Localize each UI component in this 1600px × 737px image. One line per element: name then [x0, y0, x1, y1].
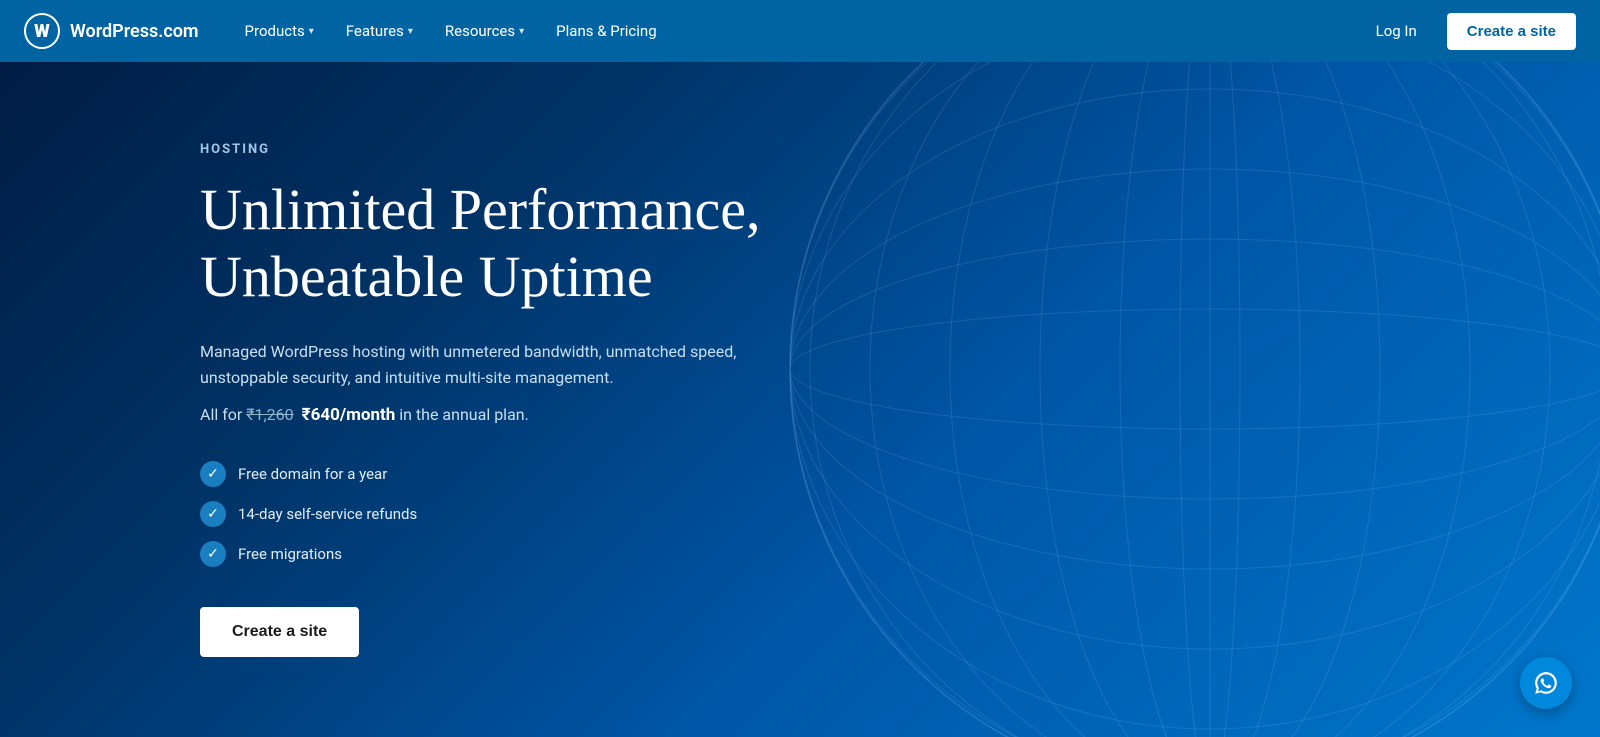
chevron-down-icon: ▾	[309, 26, 314, 37]
feature-item-3: ✓ Free migrations	[200, 541, 780, 567]
hero-features-list: ✓ Free domain for a year ✓ 14-day self-s…	[200, 461, 780, 567]
original-price: ₹1,260	[246, 405, 293, 424]
nav-products-label: Products	[245, 22, 305, 40]
nav-links: Products ▾ Features ▾ Resources ▾ Plans …	[231, 14, 1362, 48]
nav-item-resources[interactable]: Resources ▾	[431, 14, 538, 48]
login-link[interactable]: Log In	[1362, 14, 1431, 48]
chevron-down-icon: ▾	[408, 26, 413, 37]
feature-label-1: Free domain for a year	[238, 465, 387, 483]
logo-text: WordPress.com	[70, 21, 199, 42]
nav-item-products[interactable]: Products ▾	[231, 14, 328, 48]
hero-description: Managed WordPress hosting with unmetered…	[200, 339, 780, 392]
pricing-suffix: in the annual plan.	[399, 405, 529, 424]
pricing-prefix: All for	[200, 405, 242, 424]
hero-create-site-button[interactable]: Create a site	[200, 607, 359, 657]
hero-title-line1: Unlimited Performance,	[200, 177, 761, 242]
chat-icon	[1533, 670, 1559, 696]
nav-item-features[interactable]: Features ▾	[332, 14, 427, 48]
check-icon-1: ✓	[200, 461, 226, 487]
wordpress-icon: W	[24, 13, 60, 49]
hero-eyebrow: HOSTING	[200, 142, 780, 157]
nav-resources-label: Resources	[445, 22, 515, 40]
feature-item-1: ✓ Free domain for a year	[200, 461, 780, 487]
current-price: ₹640/month	[302, 405, 396, 425]
nav-item-pricing[interactable]: Plans & Pricing	[542, 14, 670, 48]
hero-title: Unlimited Performance, Unbeatable Uptime	[200, 177, 780, 310]
nav-create-site-button[interactable]: Create a site	[1447, 13, 1576, 50]
chevron-down-icon: ▾	[519, 26, 524, 37]
check-icon-2: ✓	[200, 501, 226, 527]
globe-graphic	[760, 0, 1600, 737]
feature-label-2: 14-day self-service refunds	[238, 505, 417, 523]
nav-features-label: Features	[346, 22, 404, 40]
hero-section: HOSTING Unlimited Performance, Unbeatabl…	[0, 0, 1600, 737]
feature-item-2: ✓ 14-day self-service refunds	[200, 501, 780, 527]
chat-support-button[interactable]	[1520, 657, 1572, 709]
hero-pricing: All for ₹1,260 ₹640/month in the annual …	[200, 403, 780, 429]
check-icon-3: ✓	[200, 541, 226, 567]
nav-right: Log In Create a site	[1362, 13, 1576, 50]
login-label: Log In	[1376, 22, 1417, 40]
navigation: W WordPress.com Products ▾ Features ▾ Re…	[0, 0, 1600, 62]
hero-content: HOSTING Unlimited Performance, Unbeatabl…	[0, 80, 780, 657]
logo-link[interactable]: W WordPress.com	[24, 13, 199, 49]
hero-title-line2: Unbeatable Uptime	[200, 244, 653, 309]
nav-pricing-label: Plans & Pricing	[556, 22, 656, 40]
feature-label-3: Free migrations	[238, 545, 342, 563]
